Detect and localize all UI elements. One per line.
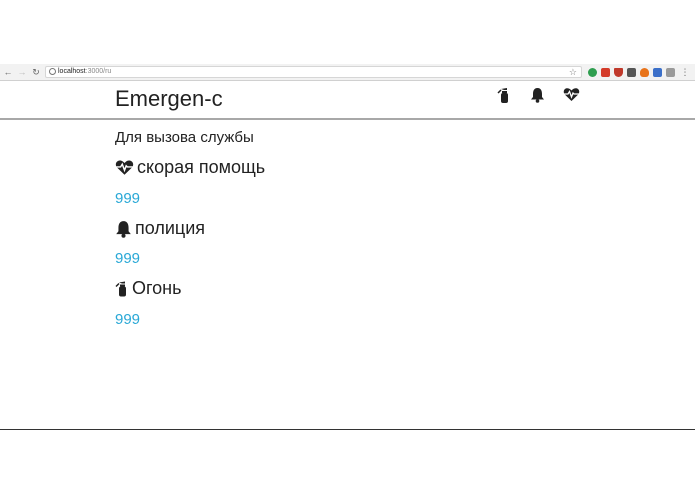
brand-link[interactable]: Emergen-c <box>115 86 223 112</box>
service-ambulance-phone-link[interactable]: 999 <box>115 190 140 207</box>
extension-shield-icon[interactable] <box>614 68 623 77</box>
service-police-phone-link[interactable]: 999 <box>115 250 140 267</box>
extension-grey-icon[interactable] <box>666 68 675 77</box>
url-path: :3000/ru <box>85 68 112 75</box>
extension-blue-icon[interactable] <box>653 68 662 77</box>
service-label: полиция <box>135 218 206 238</box>
address-bar[interactable]: localhost:3000/ru ☆ <box>45 66 582 78</box>
bell-icon <box>116 220 131 238</box>
reload-icon[interactable]: ↻ <box>31 67 41 77</box>
service-label: Огонь <box>132 278 182 298</box>
service-label: скорая помощь <box>137 157 266 177</box>
page: Emergen-c Для вызова службы скорая помощ… <box>0 81 695 430</box>
heartbeat-icon[interactable] <box>563 87 580 103</box>
service-fire-phone-link[interactable]: 999 <box>115 311 140 328</box>
extension-dark-icon[interactable] <box>627 68 636 77</box>
navbar: Emergen-c <box>0 81 695 120</box>
extension-flame-icon[interactable] <box>640 68 649 77</box>
menu-dots-icon[interactable]: ⋮ <box>680 67 690 77</box>
service-ambulance-title: скорая помощь <box>115 157 265 178</box>
page-subtitle: Для вызова службы <box>115 129 254 146</box>
info-icon[interactable] <box>49 68 56 75</box>
bell-icon[interactable] <box>530 87 546 103</box>
fire-extinguisher-icon <box>115 281 126 297</box>
bookmark-star-icon[interactable]: ☆ <box>569 67 577 77</box>
extension-red-icon[interactable] <box>601 68 610 77</box>
screen: ← → ↻ localhost:3000/ru ☆ ⋮ Emergen-c Дл… <box>0 0 695 494</box>
fire-extinguisher-icon[interactable] <box>497 87 513 103</box>
browser-toolbar: ← → ↻ localhost:3000/ru ☆ ⋮ <box>0 64 695 81</box>
url-host: localhost <box>58 68 86 75</box>
forward-arrow-icon[interactable]: → <box>17 67 27 77</box>
heartbeat-icon <box>115 160 134 175</box>
extension-green-icon[interactable] <box>588 68 597 77</box>
service-police-title: полиция <box>115 218 205 239</box>
back-arrow-icon[interactable]: ← <box>3 67 13 77</box>
service-fire-title: Огонь <box>115 278 182 299</box>
